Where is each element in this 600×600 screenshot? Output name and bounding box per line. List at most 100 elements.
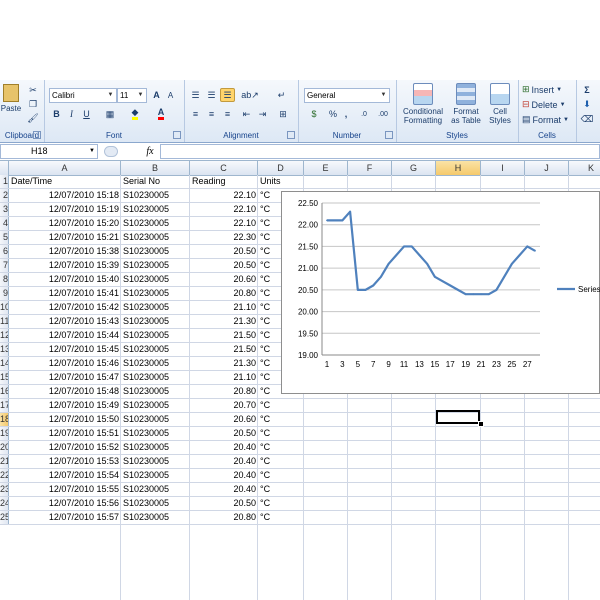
- cell-date[interactable]: 12/07/2010 15:55: [11, 483, 119, 496]
- cell-reading[interactable]: 20.40: [192, 455, 256, 468]
- row-header[interactable]: 22: [0, 469, 9, 482]
- font-size-select[interactable]: 11 ▼: [117, 88, 147, 103]
- column-header-i[interactable]: I: [481, 161, 525, 175]
- selected-cell-h18[interactable]: [436, 410, 480, 424]
- align-middle-icon[interactable]: ☰: [204, 88, 219, 102]
- cell-date[interactable]: 12/07/2010 15:40: [11, 273, 119, 286]
- cell-reading[interactable]: 20.80: [192, 511, 256, 524]
- column-header-g[interactable]: G: [392, 161, 436, 175]
- cell-date[interactable]: 12/07/2010 15:41: [11, 287, 119, 300]
- cell-reading[interactable]: 21.10: [192, 301, 256, 314]
- formula-input[interactable]: [160, 144, 600, 159]
- align-top-icon[interactable]: ☰: [188, 88, 203, 102]
- align-left-icon[interactable]: ≡: [188, 107, 203, 121]
- cell-reading[interactable]: 20.40: [192, 469, 256, 482]
- column-header-c[interactable]: C: [190, 161, 258, 175]
- cell-reading[interactable]: 20.60: [192, 273, 256, 286]
- cell-serial[interactable]: S10230005: [123, 357, 188, 370]
- row-header[interactable]: 23: [0, 483, 9, 496]
- cell-reading[interactable]: 22.10: [192, 203, 256, 216]
- row-header[interactable]: 1: [0, 175, 9, 188]
- cell-serial[interactable]: S10230005: [123, 469, 188, 482]
- cell-reading[interactable]: 21.10: [192, 371, 256, 384]
- font-name-select[interactable]: Calibri ▼: [49, 88, 117, 103]
- cell-units[interactable]: °C: [260, 455, 302, 468]
- row-header[interactable]: 25: [0, 511, 9, 524]
- cell-date[interactable]: 12/07/2010 15:53: [11, 455, 119, 468]
- row-header[interactable]: 17: [0, 399, 9, 412]
- align-bottom-icon[interactable]: ☰: [220, 88, 235, 102]
- cell-serial[interactable]: S10230005: [123, 497, 188, 510]
- cell-serial[interactable]: S10230005: [123, 511, 188, 524]
- row-header[interactable]: 15: [0, 371, 9, 384]
- cell-serial[interactable]: S10230005: [123, 231, 188, 244]
- column-header-a[interactable]: A: [9, 161, 121, 175]
- currency-button[interactable]: $: [304, 107, 324, 121]
- cell-date[interactable]: 12/07/2010 15:45: [11, 343, 119, 356]
- cell-serial[interactable]: S10230005: [123, 217, 188, 230]
- cell-serial[interactable]: S10230005: [123, 189, 188, 202]
- cell-date[interactable]: 12/07/2010 15:39: [11, 259, 119, 272]
- column-header-f[interactable]: F: [348, 161, 392, 175]
- cell-serial[interactable]: S10230005: [123, 273, 188, 286]
- cell-serial[interactable]: Serial No: [123, 175, 188, 188]
- name-box[interactable]: H18 ▼: [0, 144, 98, 159]
- format-as-table-button[interactable]: Format as Table: [448, 83, 484, 125]
- cell-date[interactable]: 12/07/2010 15:20: [11, 217, 119, 230]
- cell-reading[interactable]: 20.70: [192, 399, 256, 412]
- italic-button[interactable]: I: [65, 107, 78, 121]
- underline-button[interactable]: U: [80, 107, 93, 121]
- cell-reading[interactable]: Reading: [192, 175, 256, 188]
- cell-serial[interactable]: S10230005: [123, 259, 188, 272]
- cell-units[interactable]: °C: [260, 511, 302, 524]
- cell-serial[interactable]: S10230005: [123, 343, 188, 356]
- row-header[interactable]: 4: [0, 217, 9, 230]
- cell-reading[interactable]: 20.50: [192, 245, 256, 258]
- column-header-d[interactable]: D: [258, 161, 304, 175]
- column-header-j[interactable]: J: [525, 161, 569, 175]
- format-button[interactable]: ▤ Format ▼: [521, 113, 573, 126]
- cell-date[interactable]: 12/07/2010 15:43: [11, 315, 119, 328]
- copy-icon[interactable]: ❐: [26, 98, 40, 110]
- row-header[interactable]: 20: [0, 441, 9, 454]
- row-header[interactable]: 18: [0, 413, 9, 426]
- percent-button[interactable]: %: [326, 107, 340, 121]
- cell-serial[interactable]: S10230005: [123, 315, 188, 328]
- row-header[interactable]: 24: [0, 497, 9, 510]
- cell-units[interactable]: °C: [260, 427, 302, 440]
- column-header-k[interactable]: K: [569, 161, 600, 175]
- row-header[interactable]: 12: [0, 329, 9, 342]
- row-header[interactable]: 14: [0, 357, 9, 370]
- column-header-b[interactable]: B: [121, 161, 190, 175]
- row-header[interactable]: 6: [0, 245, 9, 258]
- cell-date[interactable]: 12/07/2010 15:57: [11, 511, 119, 524]
- grow-font-button[interactable]: A: [150, 88, 163, 102]
- cell-serial[interactable]: S10230005: [123, 483, 188, 496]
- fill-handle[interactable]: [478, 421, 484, 427]
- paste-button[interactable]: Paste: [0, 84, 22, 113]
- cell-reading[interactable]: 20.80: [192, 385, 256, 398]
- cell-serial[interactable]: S10230005: [123, 287, 188, 300]
- fill-icon[interactable]: ⬇: [578, 98, 596, 111]
- cell-units[interactable]: °C: [260, 497, 302, 510]
- font-expand-icon[interactable]: [173, 131, 181, 139]
- cell-date[interactable]: Date/Time: [11, 175, 119, 188]
- row-header[interactable]: 9: [0, 287, 9, 300]
- cell-date[interactable]: 12/07/2010 15:18: [11, 189, 119, 202]
- cell-reading[interactable]: 21.50: [192, 343, 256, 356]
- decrease-decimal-button[interactable]: .00: [374, 107, 392, 121]
- cell-date[interactable]: 12/07/2010 15:50: [11, 413, 119, 426]
- cell-date[interactable]: 12/07/2010 15:38: [11, 245, 119, 258]
- cell-reading[interactable]: 21.50: [192, 329, 256, 342]
- cell-date[interactable]: 12/07/2010 15:46: [11, 357, 119, 370]
- cell-reading[interactable]: 20.50: [192, 259, 256, 272]
- cell-serial[interactable]: S10230005: [123, 245, 188, 258]
- increase-indent-icon[interactable]: ⇥: [255, 107, 270, 121]
- cell-serial[interactable]: S10230005: [123, 427, 188, 440]
- cell-date[interactable]: 12/07/2010 15:49: [11, 399, 119, 412]
- cell-serial[interactable]: S10230005: [123, 455, 188, 468]
- column-header-h[interactable]: H: [436, 161, 481, 175]
- row-header[interactable]: 7: [0, 259, 9, 272]
- cell-date[interactable]: 12/07/2010 15:42: [11, 301, 119, 314]
- line-chart[interactable]: 19.00 19.50 20.00 20.50 21.00 21.50 22.00 22.50…: [281, 191, 600, 394]
